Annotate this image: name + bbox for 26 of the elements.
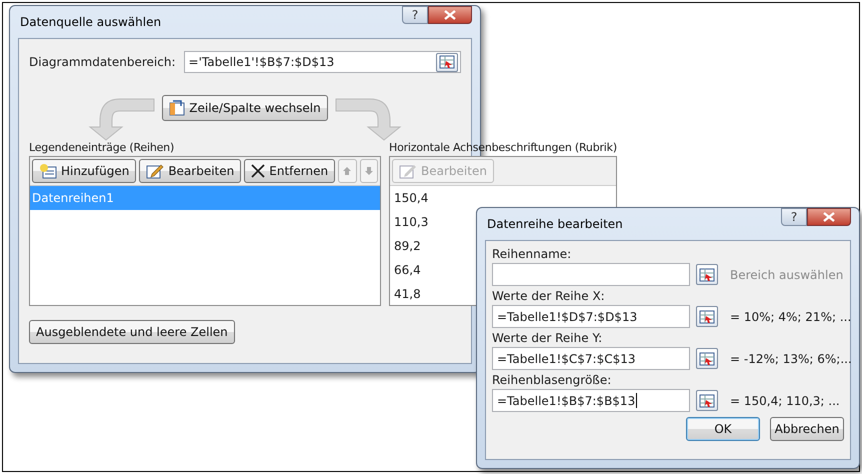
dialog-button[interactable]: Abbrechen [770,417,844,441]
window-title: Datenreihe bearbeiten [486,217,623,231]
input-field[interactable]: =Tabelle1!$B$7:$B$13 [492,389,690,412]
field-label: Werte der Reihe Y: [492,331,604,345]
input-field[interactable]: =Tabelle1!$C$7:$C$13 [492,347,690,370]
hidden-cells-button[interactable]: Ausgeblendete und leere Zellen [29,320,235,344]
field-label: Werte der Reihe X: [492,289,606,303]
range-field[interactable]: ='Tabelle1'!$B$7:$D$13 [184,51,461,73]
add-button[interactable]: Hinzufügen [32,159,136,183]
values-preview: = 10%; 4%; 21%; ... [730,310,852,324]
range-label: Diagrammdatenbereich: [29,55,176,69]
field-label: Reihenblasengröße: [492,373,612,387]
values-preview: = 150,4; 110,3; ... [730,394,840,408]
switch-row-column-button[interactable]: Zeile/Spalte wechseln [162,95,328,121]
range-hint: Bereich auswählen [730,268,844,282]
field-label: Reihenname: [492,247,572,261]
category-list-item[interactable]: 150,4 [390,186,616,210]
values-preview: = -12%; 13%; 6%;... [730,352,852,366]
help-button[interactable]: ? [402,6,428,24]
help-button[interactable]: ? [781,208,807,226]
edit-button[interactable]: Bearbeiten [139,159,242,183]
remove-button[interactable]: Entfernen [244,159,336,183]
legend-section-title: Legendeneinträge (Reihen) [29,141,176,154]
window-title: Datenquelle auswählen [19,15,162,29]
input-field[interactable]: =Tabelle1!$D$7:$D$13 [492,305,690,328]
dialog-button[interactable]: OK [686,417,760,441]
